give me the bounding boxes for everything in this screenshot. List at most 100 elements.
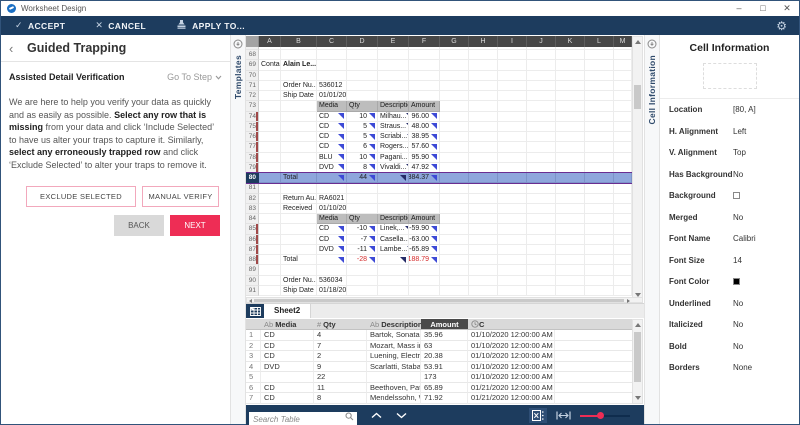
sheet-cell-L82[interactable] — [585, 194, 614, 204]
sheet-row-71[interactable]: 71Order Nu...536012 — [246, 81, 632, 91]
slider-knob[interactable] — [597, 412, 604, 419]
table-cell[interactable]: 4 — [246, 362, 261, 373]
sheet-cell-B75[interactable] — [281, 122, 317, 132]
sheet-cell-K83[interactable] — [556, 204, 585, 214]
sheet-cell-L74[interactable] — [585, 112, 614, 122]
sheet-cell-L73[interactable] — [585, 101, 614, 111]
row-header-91[interactable]: 91 — [246, 286, 259, 296]
sheet-cell-L78[interactable] — [585, 153, 614, 163]
table-row-5[interactable]: 52217301/10/2020 12:00:00 AM — [246, 372, 632, 383]
table-cell[interactable]: 65.89 — [421, 383, 468, 394]
sheet-cell-C84[interactable]: Media — [317, 214, 347, 224]
sheet-cell-C71[interactable]: 536012 — [317, 81, 347, 91]
sheet-cell-D73[interactable]: Qty — [347, 101, 378, 111]
sheet-cell-I86[interactable] — [498, 235, 527, 245]
sheet-cell-E82[interactable] — [378, 194, 409, 204]
sheet-cell-B77[interactable] — [281, 142, 317, 152]
next-button[interactable]: NEXT — [170, 215, 220, 236]
sheet-cell-H78[interactable] — [469, 153, 498, 163]
sheet-cell-C91[interactable]: 01/18/20... — [317, 286, 347, 296]
sheet-cell-D76[interactable]: 5 — [347, 132, 378, 142]
row-header-70[interactable]: 70 — [246, 71, 259, 81]
select-all-corner[interactable] — [246, 36, 259, 47]
sheet-cell-B79[interactable] — [281, 163, 317, 173]
table-row-6[interactable]: 6CD11Beethoven, Pathe...65.8901/21/2020 … — [246, 383, 632, 394]
sheet-row-68[interactable]: 68 — [246, 50, 632, 60]
sheet-cell-G89[interactable] — [440, 265, 469, 275]
sheet-cell-H69[interactable] — [469, 60, 498, 70]
sheet-cell-J82[interactable] — [527, 194, 556, 204]
table-cell[interactable]: Scarlatti, Stabat... — [367, 362, 421, 373]
sheet-cell-F76[interactable]: 38.95 — [409, 132, 440, 142]
sheet-cell-F85[interactable]: -59.90 — [409, 224, 440, 234]
sheet-cell-A74[interactable] — [259, 112, 281, 122]
sheet-cell-B90[interactable]: Order Nu... — [281, 276, 317, 286]
sheet-cell-E85[interactable]: Linek,... — [378, 224, 409, 234]
sheet-cell-G69[interactable] — [440, 60, 469, 70]
manual-verify-button[interactable]: MANUAL VERIFY — [142, 186, 219, 207]
sheet-cell-H85[interactable] — [469, 224, 498, 234]
sheet-cell-J87[interactable] — [527, 245, 556, 255]
scroll-up-arrow[interactable] — [635, 323, 641, 327]
sheet-cell-G87[interactable] — [440, 245, 469, 255]
sheet-cell-J88[interactable] — [527, 255, 556, 265]
sheet-cell-A84[interactable] — [259, 214, 281, 224]
sheet-cell-J77[interactable] — [527, 142, 556, 152]
sheet-cell-F77[interactable]: 57.60 — [409, 142, 440, 152]
table-cell[interactable]: 4 — [314, 330, 367, 341]
sheet-cell-I78[interactable] — [498, 153, 527, 163]
sheet-cell-A80[interactable] — [259, 173, 281, 183]
scrollbar-thumb[interactable] — [254, 299, 624, 302]
sheet-cell-E75[interactable]: Straus... — [378, 122, 409, 132]
scrollbar-thumb[interactable] — [634, 332, 641, 382]
row-header-75[interactable]: 75 — [246, 122, 259, 132]
sheet-cell-G88[interactable] — [440, 255, 469, 265]
sheet-cell-J83[interactable] — [527, 204, 556, 214]
sheet-cell-A68[interactable] — [259, 50, 281, 60]
sheet-cell-L88[interactable] — [585, 255, 614, 265]
column-header-I[interactable]: I — [498, 36, 527, 47]
sheet-cell-G71[interactable] — [440, 81, 469, 91]
sheet-cell-G86[interactable] — [440, 235, 469, 245]
sheet-cell-F75[interactable]: 48.00 — [409, 122, 440, 132]
sheet-cell-C88[interactable] — [317, 255, 347, 265]
sheet-cell-E91[interactable] — [378, 286, 409, 296]
sheet-cell-K71[interactable] — [556, 81, 585, 91]
table-cell[interactable]: 3 — [246, 351, 261, 362]
sheet-cell-C77[interactable]: CD — [317, 142, 347, 152]
sheet-cell-M74[interactable] — [614, 112, 632, 122]
sheet-cell-A82[interactable] — [259, 194, 281, 204]
scroll-down-arrow[interactable] — [635, 396, 641, 400]
sheet-cell-I74[interactable] — [498, 112, 527, 122]
sheet-cell-B81[interactable] — [281, 183, 317, 193]
sheet-cell-M72[interactable] — [614, 91, 632, 101]
row-header-73[interactable]: 73 — [246, 101, 259, 111]
sheet-cell-J85[interactable] — [527, 224, 556, 234]
sheet-cell-K86[interactable] — [556, 235, 585, 245]
sheet-cell-I69[interactable] — [498, 60, 527, 70]
sheet-cell-L91[interactable] — [585, 286, 614, 296]
table-row-2[interactable]: 2CD7Mozart, Mass in...6301/10/2020 12:00… — [246, 341, 632, 352]
sheet-cell-J78[interactable] — [527, 153, 556, 163]
sheet-cell-M83[interactable] — [614, 204, 632, 214]
table-cell[interactable]: CD — [261, 383, 314, 394]
sheet-cell-D74[interactable]: 10 — [347, 112, 378, 122]
sheet-cell-K90[interactable] — [556, 276, 585, 286]
sheet-cell-A89[interactable] — [259, 265, 281, 275]
sheet-cell-H73[interactable] — [469, 101, 498, 111]
sheet-cell-D86[interactable]: -7 — [347, 235, 378, 245]
column-header-M[interactable]: M — [614, 36, 632, 47]
sheet-cell-A73[interactable] — [259, 101, 281, 111]
sheet-cell-K77[interactable] — [556, 142, 585, 152]
find-next-button[interactable] — [396, 412, 407, 419]
sheet-cell-A79[interactable] — [259, 163, 281, 173]
sheet-cell-M91[interactable] — [614, 286, 632, 296]
sheet-cell-J91[interactable] — [527, 286, 556, 296]
table-header-description[interactable]: AbDescription — [367, 319, 421, 329]
find-previous-button[interactable] — [371, 412, 382, 419]
sheet-cell-C72[interactable]: 01/01/20... — [317, 91, 347, 101]
sheet-row-89[interactable]: 89 — [246, 265, 632, 275]
sheet-cell-D82[interactable] — [347, 194, 378, 204]
sheet-cell-H82[interactable] — [469, 194, 498, 204]
table-cell[interactable]: 20.38 — [421, 351, 468, 362]
